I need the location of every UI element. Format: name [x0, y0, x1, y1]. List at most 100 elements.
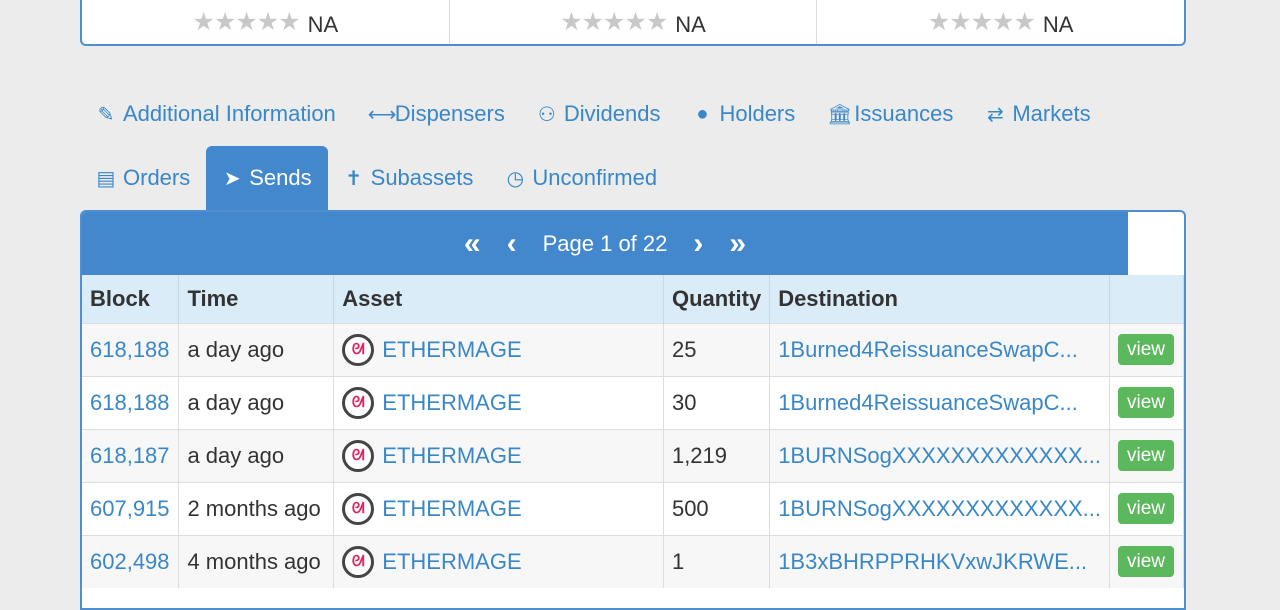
- column-header-asset[interactable]: Asset: [333, 275, 664, 323]
- table-row: 602,498 4 months ago ᘛ ETHERMAGE 1 1B3xBH…: [82, 534, 1184, 588]
- tab-unconfirmed[interactable]: ◷ Unconfirmed: [489, 146, 673, 210]
- asset-cell: ᘛ ETHERMAGE: [333, 534, 664, 588]
- destination-link[interactable]: 1BURNSogXXXXXXXXXXXXX...: [778, 496, 1101, 522]
- bank-icon: 🏛: [827, 103, 853, 126]
- tab-issuances[interactable]: 🏛 Issuances: [811, 92, 969, 136]
- block-link[interactable]: 607,915: [82, 481, 180, 535]
- arrows-horizontal-icon: ⟷: [367, 103, 397, 126]
- action-cell: view: [1109, 322, 1184, 376]
- block-link[interactable]: 618,188: [82, 375, 180, 429]
- tab-holders[interactable]: ● Holders: [676, 92, 811, 136]
- asset-cell: ᘛ ETHERMAGE: [333, 322, 664, 376]
- tab-markets[interactable]: ⇄ Markets: [969, 92, 1106, 136]
- destination-link[interactable]: 1Burned4ReissuanceSwapC...: [778, 337, 1101, 363]
- asset-logo-icon: ᘛ: [342, 439, 375, 472]
- tab-label: Issuances: [854, 101, 954, 126]
- action-cell: view: [1109, 428, 1184, 482]
- time-cell: 2 months ago: [178, 481, 335, 535]
- view-button[interactable]: view: [1118, 387, 1175, 418]
- column-header-action: [1109, 275, 1184, 323]
- tab-label: Markets: [1012, 101, 1091, 126]
- block-link[interactable]: 618,187: [82, 428, 180, 482]
- column-header-block[interactable]: Block: [82, 275, 180, 323]
- rating-value: NA: [1042, 12, 1074, 37]
- tab-label: Orders: [123, 165, 191, 190]
- next-page-icon[interactable]: ›: [693, 228, 703, 259]
- star-rating-icon[interactable]: ★★★★★: [560, 9, 668, 35]
- tab-dividends[interactable]: ⚇ Dividends: [521, 92, 677, 136]
- ratings-card: ★★★★★ NA ★★★★★ NA ★★★★★ NA: [80, 0, 1186, 46]
- asset-logo-icon: ᘛ: [342, 386, 375, 419]
- prev-page-icon[interactable]: ‹: [507, 228, 517, 259]
- table-header-row: Block Time Asset Quantity Destination: [82, 275, 1184, 323]
- user-icon: ●: [696, 102, 709, 125]
- view-button[interactable]: view: [1118, 440, 1175, 471]
- column-header-quantity[interactable]: Quantity: [663, 275, 771, 323]
- tab-subassets[interactable]: ✝ Subassets: [328, 146, 490, 210]
- quantity-cell: 1: [663, 534, 771, 588]
- star-rating-icon[interactable]: ★★★★★: [928, 9, 1036, 35]
- asset-link[interactable]: ETHERMAGE: [382, 496, 521, 522]
- table-row: 618,188 a day ago ᘛ ETHERMAGE 30 1Burned4…: [82, 375, 1184, 429]
- destination-cell: 1B3xBHRPPRHKVxwJKRWE...: [769, 534, 1111, 588]
- action-cell: view: [1109, 534, 1184, 588]
- destination-link[interactable]: 1BURNSogXXXXXXXXXXXXX...: [778, 443, 1101, 469]
- rating-value: NA: [307, 12, 339, 37]
- star-rating-icon[interactable]: ★★★★★: [193, 9, 301, 35]
- page-indicator: Page 1 of 22: [542, 230, 668, 256]
- paperclip-icon: ✎: [97, 103, 115, 126]
- tabs-row: ✎ Additional Information ⟷ Dispensers ⚇ …: [80, 92, 1107, 136]
- asset-logo-icon: ᘛ: [342, 492, 375, 525]
- rating-value: NA: [675, 12, 706, 37]
- tab-label: Unconfirmed: [532, 165, 658, 190]
- clock-icon: ◷: [506, 167, 525, 190]
- pagination-bar: « ‹ Page 1 of 22 › »: [82, 212, 1128, 275]
- destination-link[interactable]: 1B3xBHRPPRHKVxwJKRWE...: [778, 549, 1101, 575]
- destination-cell: 1BURNSogXXXXXXXXXXXXX...: [769, 428, 1111, 482]
- view-button[interactable]: view: [1118, 334, 1175, 365]
- tab-additional-information[interactable]: ✎ Additional Information: [80, 92, 352, 136]
- rating-cell: ★★★★★ NA: [450, 0, 818, 44]
- destination-cell: 1Burned4ReissuanceSwapC...: [769, 322, 1111, 376]
- time-cell: a day ago: [178, 322, 335, 376]
- asset-link[interactable]: ETHERMAGE: [382, 443, 521, 469]
- block-link[interactable]: 602,498: [82, 534, 180, 588]
- destination-cell: 1Burned4ReissuanceSwapC...: [769, 375, 1111, 429]
- asset-cell: ᘛ ETHERMAGE: [333, 481, 664, 535]
- tab-dispensers[interactable]: ⟷ Dispensers: [352, 92, 521, 136]
- table-row: 618,188 a day ago ᘛ ETHERMAGE 25 1Burned4…: [82, 322, 1184, 376]
- time-cell: a day ago: [178, 375, 335, 429]
- first-page-icon[interactable]: «: [464, 228, 481, 259]
- quantity-cell: 500: [663, 481, 771, 535]
- view-button[interactable]: view: [1118, 493, 1175, 524]
- tabs-row: ▤ Orders ➤ Sends ✝ Subassets ◷ Unconfirm…: [80, 146, 673, 210]
- asset-cell: ᘛ ETHERMAGE: [333, 375, 664, 429]
- action-cell: view: [1109, 481, 1184, 535]
- asset-link[interactable]: ETHERMAGE: [382, 390, 521, 416]
- column-header-time[interactable]: Time: [178, 275, 335, 323]
- tab-label: Additional Information: [123, 101, 336, 126]
- tab-label: Dispensers: [394, 101, 505, 126]
- time-cell: a day ago: [178, 428, 335, 482]
- tab-orders[interactable]: ▤ Orders: [80, 146, 206, 210]
- quantity-cell: 1,219: [663, 428, 771, 482]
- exchange-icon: ⇄: [986, 103, 1004, 126]
- column-header-destination[interactable]: Destination: [769, 275, 1111, 323]
- destination-link[interactable]: 1Burned4ReissuanceSwapC...: [778, 390, 1101, 416]
- tab-label: Dividends: [563, 101, 661, 126]
- asset-logo-icon: ᘛ: [342, 545, 375, 578]
- action-cell: view: [1109, 375, 1184, 429]
- asset-cell: ᘛ ETHERMAGE: [333, 428, 664, 482]
- rating-cell: ★★★★★ NA: [82, 0, 450, 44]
- tab-label: Sends: [249, 165, 312, 190]
- view-button[interactable]: view: [1118, 546, 1175, 578]
- last-page-icon[interactable]: »: [729, 228, 746, 259]
- block-link[interactable]: 618,188: [82, 322, 180, 376]
- tab-label: Subassets: [370, 165, 474, 190]
- asset-link[interactable]: ETHERMAGE: [382, 549, 521, 575]
- book-icon: ▤: [96, 167, 116, 190]
- tab-sends[interactable]: ➤ Sends: [206, 146, 328, 210]
- paper-plane-icon: ➤: [223, 167, 241, 190]
- table-row: 618,187 a day ago ᘛ ETHERMAGE 1,219 1BURN…: [82, 428, 1184, 482]
- asset-link[interactable]: ETHERMAGE: [382, 337, 521, 363]
